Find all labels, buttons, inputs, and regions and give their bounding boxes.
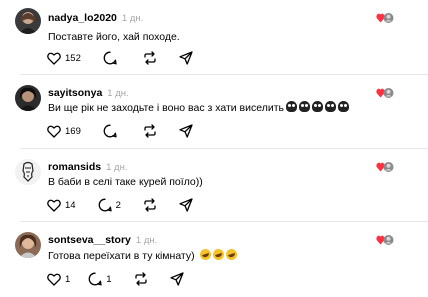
avatar[interactable] — [15, 232, 41, 258]
like-count: 14 — [65, 199, 76, 211]
rolling-laughing-emoji — [211, 247, 225, 262]
repost-button[interactable] — [134, 272, 148, 286]
repost-icon — [134, 272, 147, 286]
timestamp: 1 дн. — [107, 88, 129, 99]
reply-button[interactable]: 2 — [98, 198, 121, 212]
heart-with-avatar-icon[interactable] — [376, 11, 394, 23]
comment-text: Готова переїхати в ту кімнату) — [48, 247, 238, 262]
repost-button[interactable] — [143, 198, 157, 212]
rolling-laughing-emoji-group — [198, 247, 238, 262]
like-button[interactable]: 1 — [47, 273, 70, 286]
skull-emoji — [325, 101, 337, 112]
heart-with-avatar-icon[interactable] — [376, 160, 394, 172]
heart-with-avatar-icon[interactable] — [376, 86, 394, 98]
comment-text: Поставте його, хай походе. — [48, 31, 180, 43]
like-button[interactable]: 169 — [47, 125, 81, 138]
username[interactable]: romansids — [48, 161, 101, 173]
heart-icon — [47, 52, 61, 65]
username[interactable]: sayitsonya — [48, 87, 102, 99]
share-button[interactable] — [179, 51, 193, 65]
timestamp: 1 дн. — [121, 13, 144, 24]
skull-emoji — [286, 101, 298, 112]
like-button[interactable]: 14 — [47, 199, 76, 212]
send-icon — [169, 272, 184, 286]
reply-count: 1 — [106, 273, 112, 285]
share-button[interactable] — [179, 198, 193, 212]
repost-icon — [144, 124, 156, 138]
comment-item: nadya_lo2020 1 дн. Поставте його, хай по… — [0, 0, 428, 74]
skull-emoji — [338, 101, 350, 112]
avatar[interactable] — [15, 159, 41, 185]
username[interactable]: sontseva__story — [48, 234, 131, 246]
comment-item: sontseva__story 1 дн. Готова переїхати в… — [0, 222, 428, 296]
like-button[interactable]: 152 — [47, 52, 81, 65]
repost-icon — [144, 51, 156, 65]
repost-button[interactable] — [143, 51, 157, 65]
reply-count: 2 — [115, 199, 121, 211]
like-count: 169 — [65, 125, 81, 137]
heart-icon — [47, 199, 61, 212]
send-icon — [179, 198, 193, 212]
comment-text: Ви ще рік не заходьте і воно вас з хати … — [48, 101, 350, 114]
repost-button[interactable] — [143, 124, 157, 138]
timestamp: 1 дн. — [135, 235, 158, 246]
repost-icon — [144, 198, 156, 212]
reply-button[interactable] — [103, 51, 121, 65]
username[interactable]: nadya_lo2020 — [48, 12, 117, 24]
avatar[interactable] — [15, 8, 41, 34]
skull-emoji-group — [284, 101, 350, 114]
heart-with-avatar-icon[interactable] — [376, 233, 394, 245]
reply-icon — [103, 124, 117, 138]
heart-icon — [47, 125, 61, 138]
reply-button[interactable]: 1 — [88, 272, 112, 286]
timestamp: 1 дн. — [106, 162, 128, 173]
share-button[interactable] — [179, 124, 193, 138]
rolling-laughing-emoji — [224, 247, 238, 262]
comment-item: sayitsonya 1 дн. Ви ще рік не заходьте і… — [0, 75, 428, 149]
skull-emoji — [312, 101, 324, 112]
skull-emoji — [299, 101, 311, 112]
avatar[interactable] — [15, 85, 41, 111]
reply-icon — [88, 272, 102, 286]
like-count: 1 — [65, 273, 71, 285]
reply-icon — [103, 51, 117, 65]
share-button[interactable] — [169, 272, 184, 286]
comment-text: В баби в селі таке курей поїло)) — [48, 176, 203, 188]
comment-item: romansids 1 дн. В баби в селі таке курей… — [0, 149, 428, 223]
send-icon — [179, 124, 193, 138]
like-count: 152 — [65, 52, 81, 64]
rolling-laughing-emoji — [198, 247, 212, 262]
heart-icon — [47, 273, 61, 286]
reply-button[interactable] — [103, 124, 121, 138]
send-icon — [179, 51, 193, 65]
reply-icon — [98, 198, 112, 212]
